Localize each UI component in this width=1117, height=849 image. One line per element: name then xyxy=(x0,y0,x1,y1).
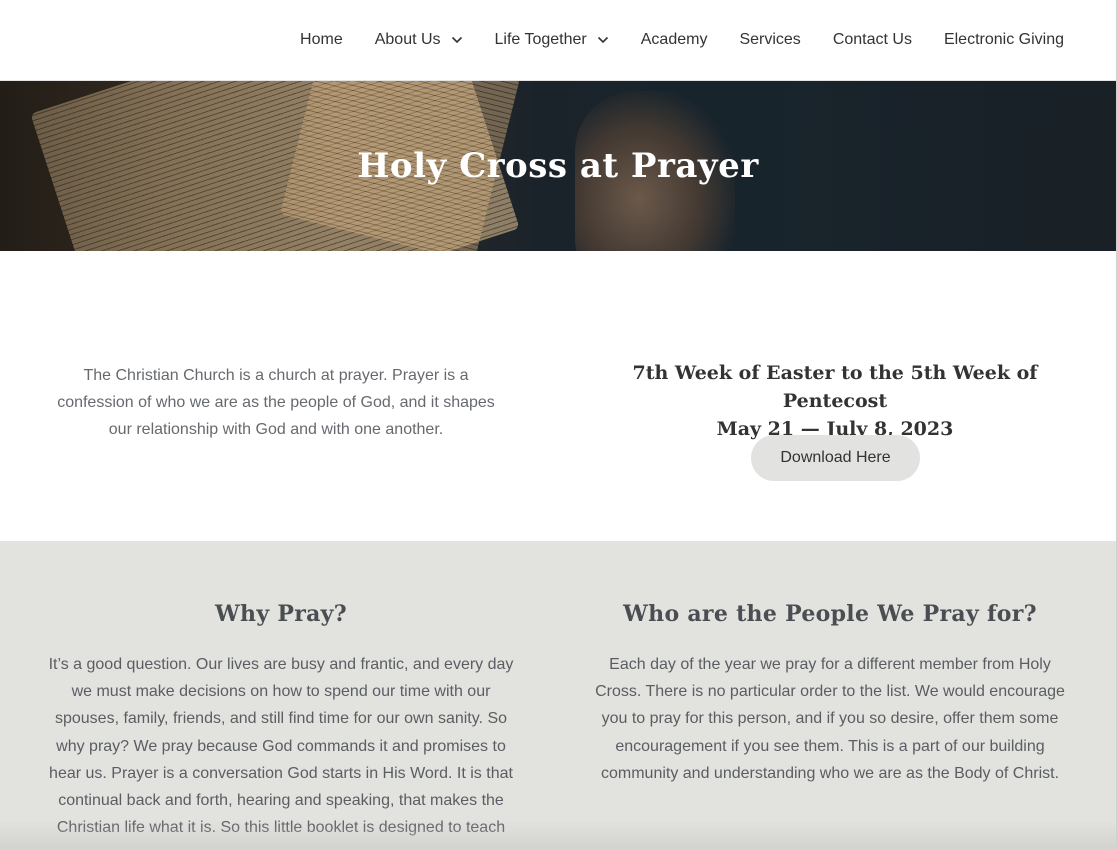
main-nav: Home About Us Life Together Academy Serv… xyxy=(300,0,1064,80)
nav-item-services[interactable]: Services xyxy=(739,31,800,49)
why-pray-text: It’s a good question. Our lives are busy… xyxy=(48,656,514,836)
why-pray-heading: Why Pray? xyxy=(215,601,347,627)
chevron-down-icon xyxy=(597,36,609,44)
page-title: Holy Cross at Prayer xyxy=(357,146,759,186)
nav-item-label: Life Together xyxy=(494,31,587,48)
booklet-week-range: 7th Week of Easter to the 5th Week of Pe… xyxy=(632,362,1038,412)
nav-item-label: About Us xyxy=(374,31,441,48)
nav-item-home[interactable]: Home xyxy=(300,31,343,49)
site-header: Home About Us Life Together Academy Serv… xyxy=(0,0,1116,81)
who-we-pray-for-text: Each day of the year we pray for a diffe… xyxy=(595,656,1065,782)
who-we-pray-for-heading: Who are the People We Pray for? xyxy=(623,601,1037,627)
download-button[interactable]: Download Here xyxy=(751,435,920,481)
chevron-down-icon xyxy=(451,36,463,44)
nav-item-label: Services xyxy=(739,31,801,48)
intro-text: The Christian Church is a church at pray… xyxy=(57,367,495,438)
nav-item-label: Contact Us xyxy=(832,31,912,48)
nav-item-electronic-giving[interactable]: Electronic Giving xyxy=(944,31,1064,49)
scroll-fade xyxy=(0,820,1116,849)
nav-item-label: Home xyxy=(300,31,343,48)
nav-item-label: Academy xyxy=(640,31,708,48)
nav-item-life-together[interactable]: Life Together xyxy=(495,31,609,49)
nav-item-contact-us[interactable]: Contact Us xyxy=(833,31,912,49)
booklet-heading: 7th Week of Easter to the 5th Week of Pe… xyxy=(596,359,1074,443)
nav-item-label: Electronic Giving xyxy=(943,31,1064,48)
hero-banner: Holy Cross at Prayer xyxy=(0,81,1116,251)
nav-item-about-us[interactable]: About Us xyxy=(375,31,463,49)
nav-item-academy[interactable]: Academy xyxy=(641,31,708,49)
